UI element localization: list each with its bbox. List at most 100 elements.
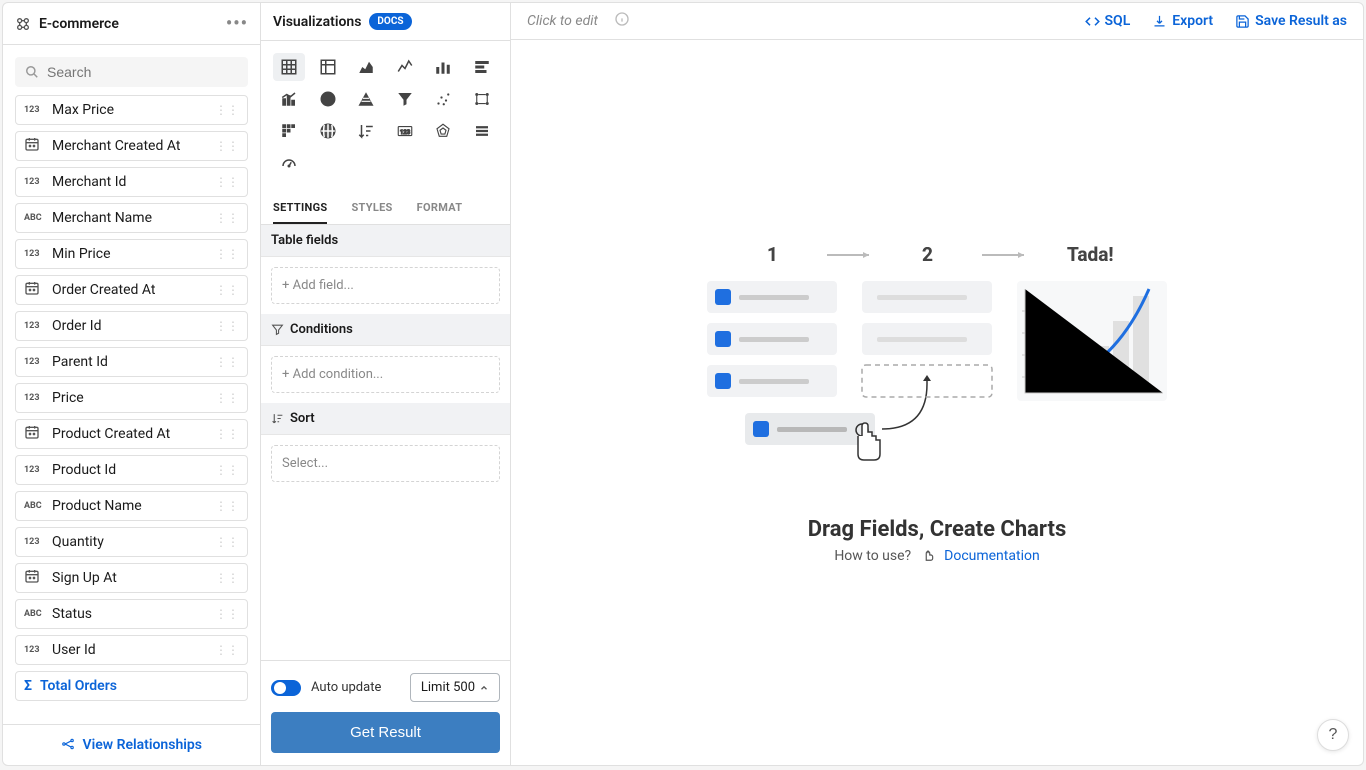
viz-geo[interactable]: [312, 117, 344, 145]
field-item[interactable]: 123Min Price ⋮⋮: [15, 239, 248, 269]
documentation-link[interactable]: Documentation: [944, 548, 1040, 564]
drag-handle[interactable]: ⋮⋮: [215, 139, 239, 153]
sql-button[interactable]: SQL: [1085, 13, 1131, 29]
total-orders-item[interactable]: ΣTotal Orders: [15, 671, 248, 701]
drag-handle[interactable]: ⋮⋮: [215, 643, 239, 657]
field-label: Merchant Created At: [52, 138, 180, 154]
drag-handle[interactable]: ⋮⋮: [215, 247, 239, 261]
field-label: Min Price: [52, 246, 111, 262]
field-label: Order Id: [52, 318, 102, 334]
field-item[interactable]: ABCMerchant Name⋮⋮: [15, 203, 248, 233]
svg-text:Tada!: Tada!: [1067, 243, 1114, 266]
number-type-icon: 123: [24, 249, 50, 259]
date-icon: [24, 568, 50, 588]
mid-footer: Auto update Limit 500 Get Result: [261, 660, 510, 765]
viz-pivot[interactable]: [312, 53, 344, 81]
view-relationships-button[interactable]: View Relationships: [3, 724, 260, 765]
limit-selector[interactable]: Limit 500: [410, 673, 500, 702]
pointer-icon: [921, 548, 935, 562]
get-result-button[interactable]: Get Result: [271, 712, 500, 753]
docs-badge[interactable]: DOCS: [369, 13, 411, 30]
tab-settings[interactable]: SETTINGS: [273, 193, 327, 224]
text-type-icon: ABC: [24, 501, 50, 511]
help-button[interactable]: ?: [1317, 719, 1349, 751]
title-editor[interactable]: Click to edit: [527, 13, 598, 29]
viz-sort[interactable]: [350, 117, 382, 145]
search-input-wrapper[interactable]: [15, 57, 248, 87]
result-panel: Click to edit SQL Export Save Result as: [511, 3, 1363, 765]
viz-gauge[interactable]: [273, 149, 305, 177]
drag-handle[interactable]: ⋮⋮: [215, 211, 239, 225]
field-label: Product Created At: [52, 426, 170, 442]
svg-text:1: 1: [767, 243, 778, 266]
viz-line[interactable]: [389, 53, 421, 81]
viz-combo[interactable]: [273, 85, 305, 113]
drag-handle[interactable]: ⋮⋮: [215, 499, 239, 513]
viz-funnel[interactable]: [389, 85, 421, 113]
viz-bar[interactable]: [427, 53, 459, 81]
field-item[interactable]: ABCProduct Name⋮⋮: [15, 491, 248, 521]
drag-illustration: 1 2 Tada!: [697, 241, 1177, 471]
drag-handle[interactable]: ⋮⋮: [215, 175, 239, 189]
field-item[interactable]: 123User Id⋮⋮: [15, 635, 248, 665]
field-item[interactable]: 123Parent Id⋮⋮: [15, 347, 248, 377]
drag-handle[interactable]: ⋮⋮: [215, 319, 239, 333]
field-item[interactable]: Merchant Created At ⋮⋮: [15, 131, 248, 161]
viz-cohort[interactable]: [273, 117, 305, 145]
tab-format[interactable]: FORMAT: [417, 193, 463, 224]
search-input[interactable]: [47, 64, 238, 80]
drag-handle[interactable]: ⋮⋮: [215, 463, 239, 477]
sort-select-dropzone[interactable]: Select...: [271, 445, 500, 482]
drag-handle[interactable]: ⋮⋮: [215, 427, 239, 441]
field-label: Max Price: [52, 102, 114, 118]
add-field-dropzone[interactable]: + Add field...: [271, 267, 500, 304]
viz-boxplot[interactable]: [466, 117, 498, 145]
field-item[interactable]: ABCStatus⋮⋮: [15, 599, 248, 629]
fields-sidebar: E-commerce ••• 123Max Price⋮⋮Merchant Cr…: [3, 3, 261, 765]
save-result-button[interactable]: Save Result as: [1235, 13, 1347, 29]
field-item[interactable]: 123Merchant Id⋮⋮: [15, 167, 248, 197]
viz-kpi[interactable]: 123: [389, 117, 421, 145]
database-icon: [15, 16, 31, 32]
viz-sankey[interactable]: [466, 85, 498, 113]
export-button[interactable]: Export: [1152, 13, 1213, 29]
sidebar-title: E-commerce: [39, 16, 119, 32]
drag-handle[interactable]: ⋮⋮: [215, 391, 239, 405]
export-label: Export: [1172, 13, 1213, 29]
field-item[interactable]: Sign Up At⋮⋮: [15, 563, 248, 593]
search-icon: [25, 65, 39, 79]
tab-styles[interactable]: STYLES: [351, 193, 392, 224]
viz-hbar[interactable]: [466, 53, 498, 81]
sidebar-more-button[interactable]: •••: [226, 13, 248, 34]
drag-handle[interactable]: ⋮⋮: [215, 355, 239, 369]
drag-handle[interactable]: ⋮⋮: [215, 535, 239, 549]
viz-pie[interactable]: [312, 85, 344, 113]
table-fields-label: Table fields: [271, 233, 338, 248]
field-item[interactable]: Product Created At ⋮⋮: [15, 419, 248, 449]
field-item[interactable]: 123Product Id⋮⋮: [15, 455, 248, 485]
number-type-icon: 123: [24, 393, 50, 403]
drag-handle[interactable]: ⋮⋮: [215, 283, 239, 297]
viz-table[interactable]: [273, 53, 305, 81]
svg-text:123: 123: [400, 129, 411, 136]
visualizations-title: Visualizations: [273, 14, 361, 30]
field-item[interactable]: 123Price⋮⋮: [15, 383, 248, 413]
info-icon[interactable]: [614, 11, 630, 31]
right-header: Click to edit SQL Export Save Result as: [511, 3, 1363, 40]
drag-handle[interactable]: ⋮⋮: [215, 103, 239, 117]
drag-handle[interactable]: ⋮⋮: [215, 571, 239, 585]
field-item[interactable]: Order Created At⋮⋮: [15, 275, 248, 305]
viz-radar[interactable]: [427, 117, 459, 145]
viz-pyramid[interactable]: [350, 85, 382, 113]
field-item[interactable]: 123Quantity⋮⋮: [15, 527, 248, 557]
date-icon: [24, 424, 50, 444]
sidebar-header: E-commerce •••: [3, 3, 260, 45]
view-relationships-label: View Relationships: [83, 737, 202, 753]
add-condition-dropzone[interactable]: + Add condition...: [271, 356, 500, 393]
viz-area[interactable]: [350, 53, 382, 81]
drag-handle[interactable]: ⋮⋮: [215, 607, 239, 621]
field-item[interactable]: 123Max Price⋮⋮: [15, 95, 248, 125]
viz-scatter[interactable]: [427, 85, 459, 113]
auto-update-toggle[interactable]: [271, 680, 301, 696]
field-item[interactable]: 123Order Id⋮⋮: [15, 311, 248, 341]
